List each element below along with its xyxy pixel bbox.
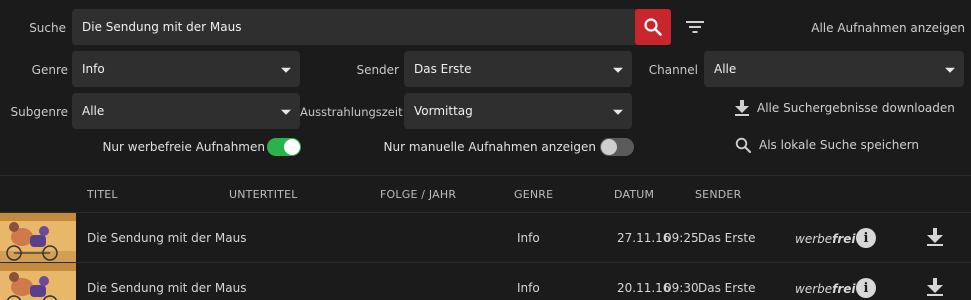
row-title: Die Sendung mit der Maus: [87, 231, 247, 245]
download-all-label: Alle Suchergebnisse downloaden: [757, 101, 955, 115]
search-input-value: Die Sendung mit der Maus: [82, 20, 242, 34]
chevron-down-icon: [945, 67, 955, 73]
column-header-titel[interactable]: TITEL: [87, 188, 118, 201]
row-time: 09:30: [664, 281, 699, 295]
werbefrei-badge-light: werbe: [795, 232, 833, 246]
werbefrei-badge-bold: frei: [832, 232, 856, 246]
info-icon[interactable]: i: [856, 228, 876, 248]
column-header-genre[interactable]: GENRE: [514, 188, 553, 201]
download-icon: [735, 100, 749, 116]
download-icon: [927, 228, 943, 246]
column-header-folge-jahr[interactable]: FOLGE / JAHR: [380, 188, 456, 201]
row-genre: Info: [517, 231, 540, 245]
subgenre-label: Subgenre: [10, 105, 69, 119]
subgenre-select[interactable]: Alle: [72, 93, 300, 129]
thumbnail-image: [0, 263, 76, 300]
toggle-knob: [284, 139, 300, 155]
chevron-down-icon: [613, 67, 623, 73]
genre-label: Genre: [31, 63, 68, 77]
filter-button[interactable]: [684, 17, 706, 37]
ausstrahlungszeit-select[interactable]: Vormittag: [404, 93, 632, 129]
channel-label: Channel: [648, 63, 698, 77]
chevron-down-icon: [613, 109, 623, 115]
row-title: Die Sendung mit der Maus: [87, 281, 247, 295]
row-time: 09:25: [664, 231, 699, 245]
werbefrei-badge-light: werbe: [795, 282, 833, 296]
werbefrei-badge: werbefrei: [795, 282, 856, 296]
manuell-toggle-label: Nur manuelle Aufnahmen anzeigen: [383, 140, 596, 154]
info-icon[interactable]: i: [856, 278, 876, 298]
search-label: Suche: [29, 21, 66, 35]
genre-select[interactable]: Info: [72, 51, 300, 87]
channel-select[interactable]: Alle: [704, 51, 964, 87]
download-all-button[interactable]: Alle Suchergebnisse downloaden: [735, 98, 955, 118]
divider: [0, 175, 971, 176]
search-button[interactable]: [635, 9, 671, 45]
sender-label: Sender: [356, 63, 399, 77]
table-row[interactable]: Die Sendung mit der Maus Info 27.11.16 0…: [0, 213, 971, 263]
werbefrei-toggle[interactable]: [267, 138, 301, 156]
subgenre-select-value: Alle: [82, 104, 105, 118]
chevron-down-icon: [281, 67, 291, 73]
chevron-down-icon: [281, 109, 291, 115]
magnifier-icon: [735, 137, 751, 153]
toggle-knob: [601, 139, 617, 155]
row-sender: Das Erste: [698, 231, 756, 245]
row-download-button[interactable]: [927, 228, 943, 249]
sender-select[interactable]: Das Erste: [404, 51, 632, 87]
table-row[interactable]: Die Sendung mit der Maus Info 20.11.16 0…: [0, 263, 971, 300]
search-input[interactable]: Die Sendung mit der Maus: [72, 9, 636, 45]
ausstrahlungszeit-select-value: Vormittag: [414, 104, 473, 118]
werbefrei-badge: werbefrei: [795, 232, 856, 246]
genre-select-value: Info: [82, 62, 105, 76]
column-header-sender[interactable]: SENDER: [695, 188, 741, 201]
search-icon: [644, 18, 662, 36]
save-local-search-button[interactable]: Als lokale Suche speichern: [735, 135, 919, 155]
column-header-datum[interactable]: DATUM: [614, 188, 654, 201]
sender-select-value: Das Erste: [414, 62, 472, 76]
werbefrei-badge-bold: frei: [832, 282, 856, 296]
filter-icon: [686, 21, 704, 33]
manuell-toggle[interactable]: [600, 138, 634, 156]
show-all-recordings-link[interactable]: Alle Aufnahmen anzeigen: [800, 21, 965, 35]
save-local-search-label: Als lokale Suche speichern: [759, 138, 920, 152]
row-download-button[interactable]: [927, 278, 943, 299]
werbefrei-toggle-label: Nur werbefreie Aufnahmen: [102, 140, 265, 154]
thumbnail-image: [0, 213, 76, 263]
ausstrahlungszeit-label: Ausstrahlungszeit: [300, 105, 403, 119]
row-date: 20.11.16: [617, 281, 671, 295]
row-date: 27.11.16: [617, 231, 671, 245]
row-genre: Info: [517, 281, 540, 295]
download-icon: [927, 278, 943, 296]
row-sender: Das Erste: [698, 281, 756, 295]
channel-select-value: Alle: [714, 62, 737, 76]
column-header-untertitel[interactable]: UNTERTITEL: [229, 188, 298, 201]
